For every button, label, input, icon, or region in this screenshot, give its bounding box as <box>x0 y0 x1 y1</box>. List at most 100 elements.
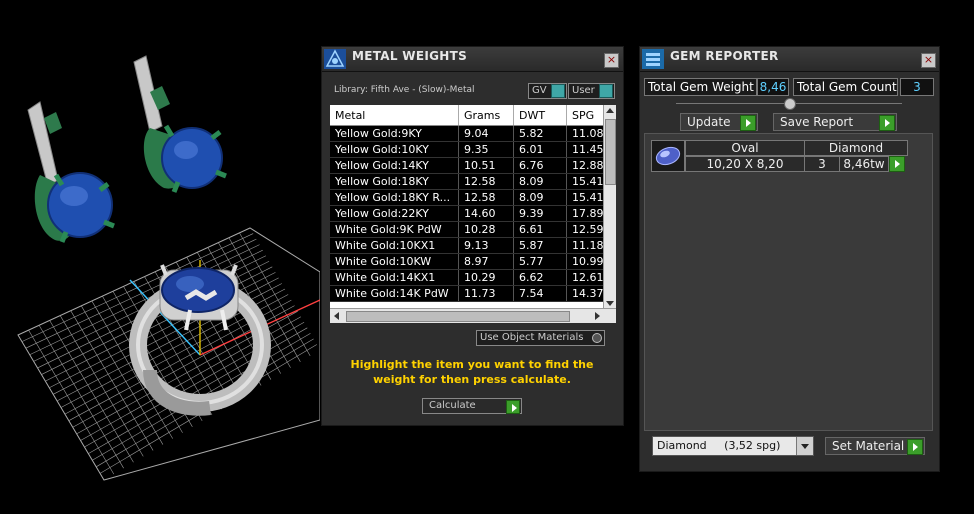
grams-cell: 9.04 <box>458 125 514 142</box>
gem-reporter-title: GEM REPORTER <box>670 49 779 63</box>
library-label: Library: Fifth Ave - (Slow)-Metal <box>334 85 475 95</box>
dwt-cell: 9.39 <box>513 205 567 222</box>
table-row[interactable]: White Gold:10KW 8.97 5.77 10.99 <box>330 253 616 270</box>
metal-weights-panel: METAL WEIGHTS × Library: Fifth Ave - (Sl… <box>321 46 624 426</box>
table-header-row: Metal Grams DWT SPG <box>330 105 616 126</box>
use-object-materials-label: Use Object Materials <box>480 332 584 343</box>
3d-viewport[interactable] <box>0 0 321 511</box>
set-material-button[interactable]: Set Material <box>825 437 925 455</box>
dwt-cell: 5.82 <box>513 125 567 142</box>
dwt-cell: 8.09 <box>513 173 567 190</box>
grams-cell: 8.97 <box>458 253 514 270</box>
metal-table-body: Yellow Gold:9KY 9.04 5.82 11.08 Yellow Gold:… <box>330 125 616 302</box>
earring-right <box>133 55 227 193</box>
vscroll-thumb[interactable] <box>605 119 616 185</box>
metal-cell: Yellow Gold:22KY <box>330 205 459 222</box>
radio-icon <box>592 333 602 343</box>
metal-table-hscroll[interactable] <box>330 308 616 323</box>
metal-table-vscroll[interactable] <box>603 105 616 309</box>
gem-list-item[interactable]: Oval Diamond 10,20 X 8,20 3 8,46tw <box>651 140 913 172</box>
gem-count: 3 <box>804 156 840 172</box>
metal-cell: Yellow Gold:9KY <box>330 125 459 142</box>
metal-cell: Yellow Gold:18KY <box>330 173 459 190</box>
material-select-value: Diamond (3,52 spg) <box>657 439 781 452</box>
metal-cell: White Gold:14K PdW <box>330 285 459 302</box>
metal-table[interactable]: Metal Grams DWT SPG Yellow Gold:9KY 9.04 5… <box>330 105 616 323</box>
calculate-hint: Highlight the item you want to find the … <box>350 358 594 386</box>
close-icon[interactable]: × <box>604 53 619 68</box>
viewport-canvas[interactable] <box>0 0 321 511</box>
user-label: User <box>572 85 595 96</box>
grams-cell: 9.13 <box>458 237 514 254</box>
total-gem-weight-value: 8,46 <box>757 78 789 96</box>
dwt-cell: 6.62 <box>513 269 567 286</box>
play-arrow-icon <box>506 400 520 414</box>
grams-cell: 9.35 <box>458 141 514 158</box>
play-arrow-icon <box>879 115 895 131</box>
grams-cell: 10.51 <box>458 157 514 174</box>
gv-toggle[interactable]: GV <box>528 83 567 99</box>
total-gem-count-value: 3 <box>900 78 934 96</box>
metal-cell: White Gold:9K PdW <box>330 221 459 238</box>
table-row[interactable]: White Gold:14K PdW 11.73 7.54 14.37 <box>330 285 616 302</box>
oval-gem-icon <box>651 140 685 172</box>
total-gem-weight-label: Total Gem Weight <box>644 78 757 96</box>
table-row[interactable]: White Gold:14KX1 10.29 6.62 12.61 <box>330 269 616 286</box>
set-material-label: Set Material <box>832 439 905 453</box>
save-report-label: Save Report <box>780 115 854 129</box>
save-report-button[interactable]: Save Report <box>773 113 897 131</box>
dwt-cell: 8.09 <box>513 189 567 206</box>
dwt-cell: 6.76 <box>513 157 567 174</box>
hscroll-thumb[interactable] <box>346 311 570 322</box>
table-row[interactable]: Yellow Gold:18KY 12.58 8.09 15.41 <box>330 173 616 190</box>
play-arrow-icon <box>740 115 756 131</box>
scroll-up-icon[interactable] <box>606 108 614 113</box>
metal-cell: White Gold:10KW <box>330 253 459 270</box>
close-icon[interactable]: × <box>921 53 936 68</box>
gv-label: GV <box>532 85 547 96</box>
column-header-metal[interactable]: Metal <box>330 105 459 126</box>
grams-cell: 12.58 <box>458 173 514 190</box>
calculate-button[interactable]: Calculate <box>422 398 522 414</box>
scroll-down-icon[interactable] <box>606 301 614 306</box>
metal-cell: Yellow Gold:14KY <box>330 157 459 174</box>
scroll-right-icon[interactable] <box>595 312 600 320</box>
table-row[interactable]: Yellow Gold:10KY 9.35 6.01 11.45 <box>330 141 616 158</box>
metal-cell: Yellow Gold:10KY <box>330 141 459 158</box>
gem-select-arrow-icon[interactable] <box>889 156 905 172</box>
metal-cell: White Gold:10KX1 <box>330 237 459 254</box>
column-header-dwt[interactable]: DWT <box>513 105 567 126</box>
dwt-cell: 5.77 <box>513 253 567 270</box>
metal-weights-titlebar[interactable]: METAL WEIGHTS × <box>322 47 623 72</box>
gem-reporter-titlebar[interactable]: GEM REPORTER × <box>640 47 939 72</box>
gem-reporter-logo-icon <box>642 49 664 69</box>
table-row[interactable]: Yellow Gold:9KY 9.04 5.82 11.08 <box>330 125 616 142</box>
table-row[interactable]: White Gold:9K PdW 10.28 6.61 12.59 <box>330 221 616 238</box>
grams-cell: 14.60 <box>458 205 514 222</box>
total-gem-count-label: Total Gem Count <box>793 78 898 96</box>
metal-weights-logo-icon <box>324 49 346 69</box>
scroll-left-icon[interactable] <box>334 312 339 320</box>
table-row[interactable]: White Gold:10KX1 9.13 5.87 11.18 <box>330 237 616 254</box>
user-toggle[interactable]: User <box>568 83 615 99</box>
chevron-down-icon[interactable] <box>796 437 813 455</box>
play-arrow-icon <box>907 439 923 455</box>
gv-toggle-indicator <box>551 84 565 98</box>
gem-material: Diamond <box>804 140 908 156</box>
material-select[interactable]: Diamond (3,52 spg) <box>652 436 814 456</box>
gem-shape: Oval <box>685 140 805 156</box>
use-object-materials-toggle[interactable]: Use Object Materials <box>476 330 605 346</box>
table-row[interactable]: Yellow Gold:18KY R... 12.58 8.09 15.41 <box>330 189 616 206</box>
user-toggle-indicator <box>599 84 613 98</box>
metal-cell: Yellow Gold:18KY R... <box>330 189 459 206</box>
gem-list: Oval Diamond 10,20 X 8,20 3 8,46tw <box>644 133 933 431</box>
splitter-handle[interactable] <box>784 98 796 110</box>
column-header-grams[interactable]: Grams <box>458 105 514 126</box>
metal-cell: White Gold:14KX1 <box>330 269 459 286</box>
update-button[interactable]: Update <box>680 113 758 131</box>
metal-table-grid: Metal Grams DWT SPG Yellow Gold:9KY 9.04 5… <box>330 105 616 302</box>
dwt-cell: 6.61 <box>513 221 567 238</box>
table-row[interactable]: Yellow Gold:22KY 14.60 9.39 17.89 <box>330 205 616 222</box>
table-row[interactable]: Yellow Gold:14KY 10.51 6.76 12.88 <box>330 157 616 174</box>
grid-plane <box>17 227 321 481</box>
